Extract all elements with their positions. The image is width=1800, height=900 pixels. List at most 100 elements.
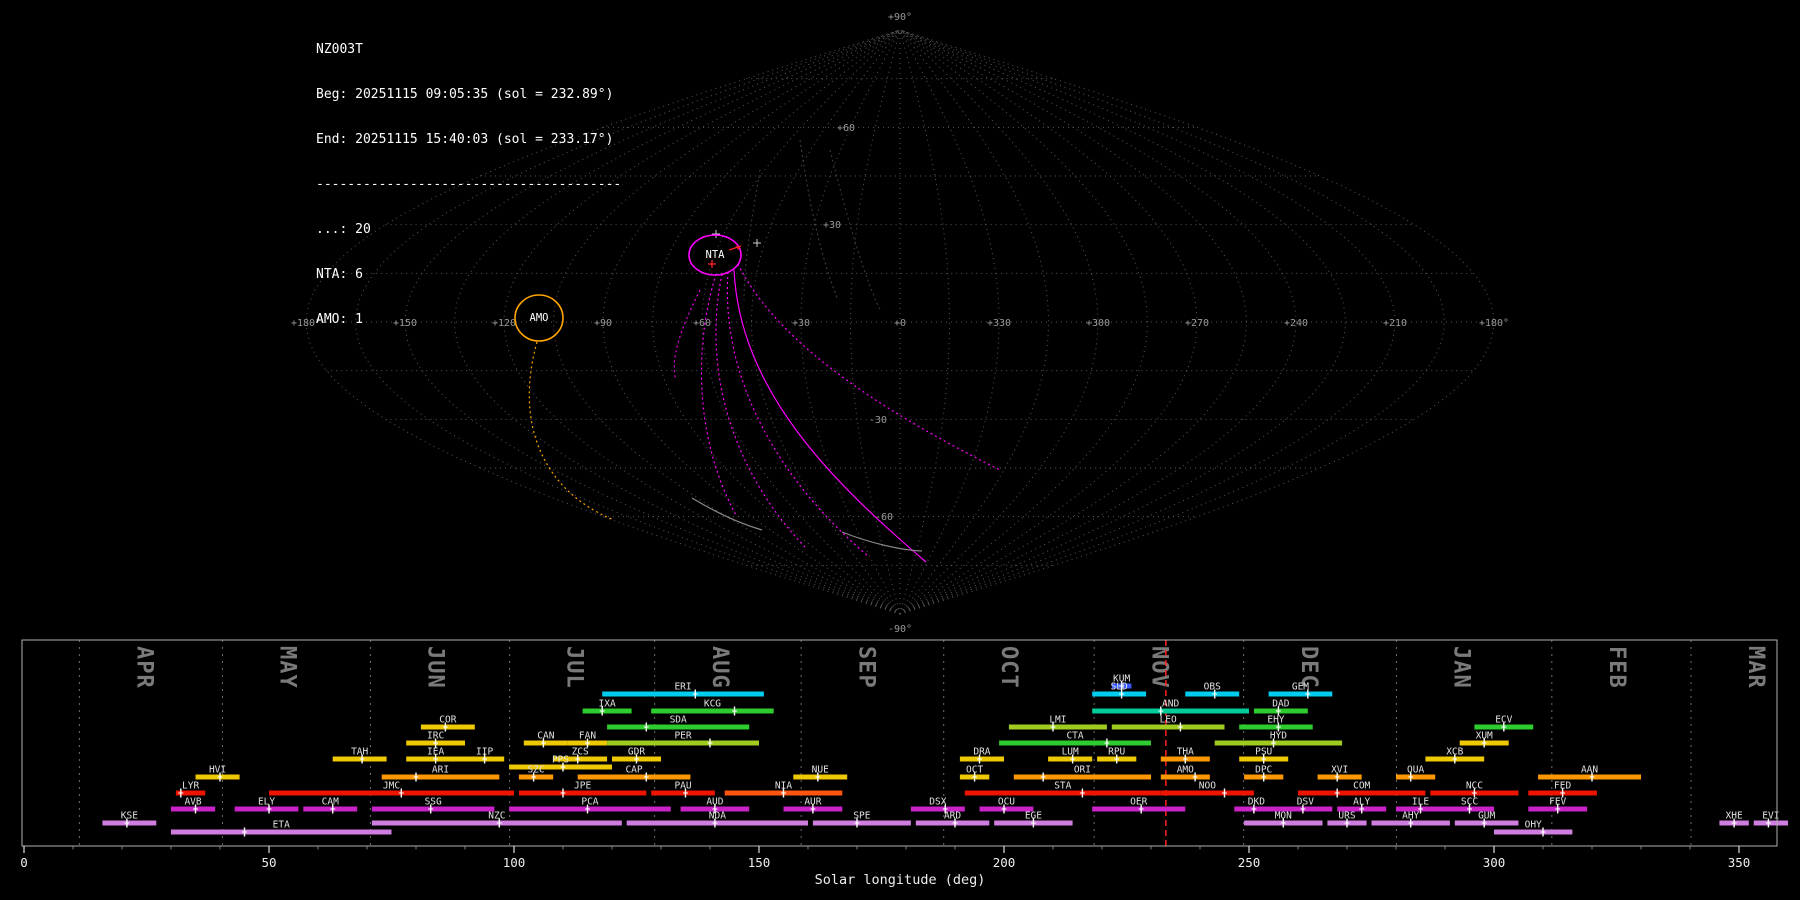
shower-code-label: SPE <box>853 811 870 822</box>
latitude-label: -30 <box>869 415 887 426</box>
shower-code-label: DAD <box>1272 699 1289 710</box>
x-axis-tick-label: 250 <box>1238 855 1261 870</box>
shower-code-label: HVI <box>209 765 226 776</box>
shower-code-label: DRA <box>973 747 990 758</box>
month-label: NOV <box>1146 646 1171 689</box>
shower-code-label: OHY <box>1525 820 1542 831</box>
radiant-label-nta: NTA <box>706 249 726 261</box>
shower-code-label: CTA <box>1066 731 1083 742</box>
meteor-trail <box>673 289 701 381</box>
station-id: NZ003T <box>316 42 363 57</box>
shower-code-label: STA <box>1054 781 1071 792</box>
sporadic-count: ...: 20 <box>316 222 371 237</box>
month-label: MAY <box>275 646 300 689</box>
meteor-plot-canvas: +180° +150 +120 +90 +60 +30 +0 +330 +300 +270 +240… <box>20 12 1788 888</box>
longitude-label: +180° <box>1479 318 1509 329</box>
longitude-label: +270 <box>1185 318 1209 329</box>
shower-code-label: ETA <box>273 820 290 831</box>
shower-code-label: ERI <box>674 682 691 693</box>
month-label: JUN <box>423 646 448 689</box>
latitude-label: -90° <box>888 624 912 635</box>
x-axis-tick-label: 300 <box>1483 855 1506 870</box>
shower-code-label: DSV <box>1297 797 1314 808</box>
meridian-line <box>850 29 901 615</box>
shower-code-label: ELY <box>258 797 275 808</box>
shower-code-label: QUA <box>1407 765 1424 776</box>
shower-code-label: AMO <box>1177 765 1194 776</box>
latitude-label: +90° <box>888 12 912 23</box>
shower-code-label: JMC <box>383 781 400 792</box>
latitude-label: -60 <box>875 512 893 523</box>
x-axis-tick-label: 100 <box>503 855 526 870</box>
shower-code-label: AAN <box>1581 765 1598 776</box>
month-label: APR <box>132 646 157 689</box>
activity-timeline-chart: APR MAY JUN JUL AUG SEP OCT NOV DEC JAN FEB MARKUME… <box>20 639 1788 870</box>
shower-code-label: ARD <box>944 811 961 822</box>
shower-code-label: COM <box>1353 781 1370 792</box>
session-info-block: NZ003T Beg: 20251115 09:05:35 (sol = 232… <box>316 12 621 357</box>
x-axis-tick-label: 150 <box>748 855 771 870</box>
nta-count: NTA: 6 <box>316 267 363 282</box>
shower-code-label: SSG <box>425 797 442 808</box>
shower-code-label: XVI <box>1331 765 1348 776</box>
shower-code-label: PER <box>674 731 691 742</box>
shower-code-label: LUM <box>1062 747 1079 758</box>
shower-code-label: PCA <box>581 797 598 808</box>
longitude-label: +330 <box>987 318 1011 329</box>
latitude-label: +60 <box>837 123 855 134</box>
x-axis-tick-label: 50 <box>261 855 276 870</box>
month-label: MAR <box>1743 646 1768 689</box>
x-axis-tick-label: 350 <box>1728 855 1751 870</box>
amo-count: AMO: 1 <box>316 312 363 327</box>
shower-code-label: CAM <box>322 797 339 808</box>
shower-code-label: DKD <box>1248 797 1265 808</box>
shower-code-label: NOO <box>1199 781 1216 792</box>
meteor-session-screen: +180° +150 +120 +90 +60 +30 +0 +330 +300 +270 +240… <box>0 0 1800 900</box>
shower-code-label: TAH <box>351 747 368 758</box>
shower-code-label: SLD <box>1111 682 1128 693</box>
shower-code-label: NZC <box>488 811 505 822</box>
latitude-label: +30 <box>823 220 841 231</box>
shower-code-label: IXA <box>599 699 616 710</box>
shower-code-label: LYR <box>182 781 199 792</box>
longitude-label: +30 <box>792 318 810 329</box>
shower-code-label: JPE <box>574 781 591 792</box>
meteor-trail <box>737 263 1001 471</box>
session-end: End: 20251115 15:40:03 (sol = 233.17°) <box>316 132 614 147</box>
x-axis-tick-label: 0 <box>20 855 28 870</box>
month-label: JAN <box>1449 646 1474 689</box>
shower-code-label: GEM <box>1292 682 1309 693</box>
shower-code-label: SZC <box>527 765 544 776</box>
shower-code-label: LMI <box>1049 715 1066 726</box>
shower-code-label: ORI <box>1074 765 1091 776</box>
shower-code-label: OCU <box>998 797 1015 808</box>
month-label: JUL <box>562 646 587 689</box>
x-axis-title: Solar longitude (deg) <box>815 872 986 888</box>
shower-code-label: GUM <box>1478 811 1495 822</box>
longitude-label: +0 <box>894 318 906 329</box>
meridian-line <box>899 29 950 615</box>
meteor-trail <box>715 273 807 549</box>
shower-code-label: ZCS <box>572 747 589 758</box>
meteor-trail <box>691 497 763 531</box>
shower-code-label: PAU <box>674 781 691 792</box>
shower-code-label: AVB <box>184 797 201 808</box>
shower-code-label: AND <box>1162 699 1179 710</box>
shower-code-label: EHY <box>1267 715 1284 726</box>
shower-code-label: PPS <box>552 755 569 766</box>
month-label: SEP <box>853 646 878 689</box>
shower-code-label: CAN <box>537 731 554 742</box>
meridian-line <box>899 29 1148 615</box>
shower-code-label: HYD <box>1270 731 1287 742</box>
shower-code-label: NDA <box>709 811 726 822</box>
month-label: FEB <box>1604 646 1629 689</box>
month-label: OCT <box>996 646 1021 689</box>
longitude-label: +300 <box>1086 318 1110 329</box>
shower-code-label: KSE <box>121 811 138 822</box>
shower-code-label: SDA <box>670 715 687 726</box>
meridian-line <box>899 29 1000 615</box>
month-label: AUG <box>707 646 732 689</box>
meteor-trail <box>726 271 869 557</box>
shower-code-label: ARI <box>432 765 449 776</box>
shower-code-label: CAP <box>625 765 642 776</box>
